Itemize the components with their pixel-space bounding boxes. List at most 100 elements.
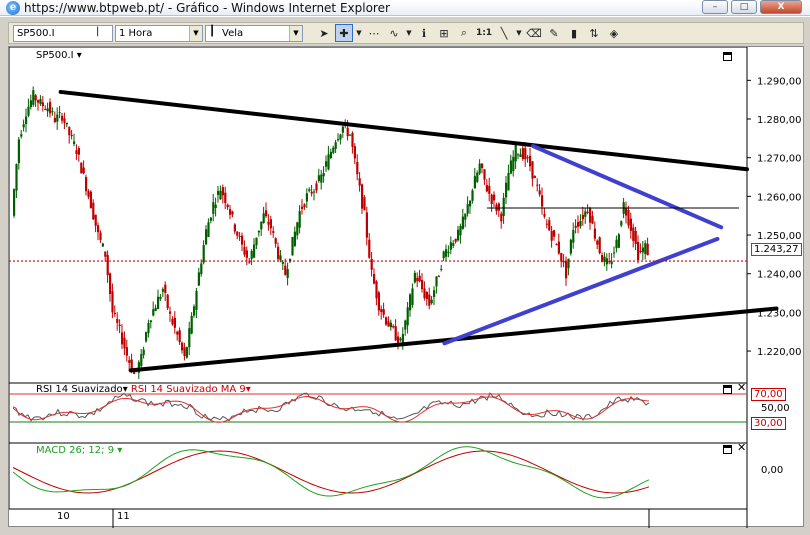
- y-tick-label: 1.240,00: [757, 270, 802, 281]
- candle-body: [121, 332, 124, 345]
- candle-body: [63, 118, 66, 123]
- sort-icon[interactable]: ⇅: [585, 24, 603, 42]
- candle-body: [169, 311, 172, 314]
- candle-body: [118, 324, 121, 327]
- candle-body: [322, 172, 325, 177]
- candle-body: [32, 90, 35, 105]
- candle-body: [567, 258, 570, 269]
- candle-body: [164, 284, 167, 294]
- candle-body: [85, 177, 88, 192]
- candle-body: [68, 127, 71, 136]
- x-axis-label-11: 11: [117, 511, 130, 522]
- bar-chart-icon[interactable]: ▮: [565, 24, 583, 42]
- close-macd-icon[interactable]: ✕: [737, 441, 746, 454]
- candle-body: [598, 237, 601, 253]
- maximize-panel-icon[interactable]: [723, 52, 732, 61]
- add-panel-icon[interactable]: ⊞: [435, 24, 453, 42]
- candle-body: [358, 178, 361, 186]
- timeframe-select[interactable]: 1 Hora ▼: [115, 24, 203, 42]
- rsi-panel-label[interactable]: RSI 14 Suavizado▾ RSI 14 Suavizado MA 9▾: [36, 384, 251, 395]
- candle-body: [212, 202, 215, 214]
- minimize-button[interactable]: –: [702, 0, 728, 14]
- candle-body: [176, 331, 179, 335]
- candle-body: [49, 102, 52, 114]
- line-tool-icon[interactable]: ╲: [495, 24, 513, 42]
- candle-body: [593, 228, 596, 239]
- chevron-down-icon[interactable]: ▼: [355, 24, 363, 42]
- candle-body: [620, 221, 623, 226]
- rsi-level-50: 50,00: [761, 403, 790, 414]
- close-rsi-icon[interactable]: ✕: [737, 381, 746, 394]
- candle-body: [365, 212, 368, 238]
- candle-body: [610, 261, 613, 265]
- candle-body: [25, 116, 28, 125]
- candle-body: [286, 269, 289, 278]
- candle-body: [548, 220, 551, 231]
- candle-body: [368, 239, 371, 258]
- symbol-select[interactable]: SP500.I |: [13, 24, 113, 42]
- candle-body: [161, 289, 164, 292]
- candle-body: [461, 216, 464, 229]
- grid-icon[interactable]: ⋯: [365, 24, 383, 42]
- macd-panel-label[interactable]: MACD 26; 12; 9 ▾: [36, 445, 122, 456]
- draw-icon[interactable]: ✎: [545, 24, 563, 42]
- candle-body: [303, 204, 306, 208]
- candle-body: [380, 309, 383, 313]
- candle-body: [281, 262, 284, 264]
- candle-body: [82, 167, 85, 174]
- candle-body: [267, 221, 270, 225]
- candle-body: [147, 323, 150, 334]
- indicator-icon[interactable]: ∿: [385, 24, 403, 42]
- candle-body: [92, 202, 95, 220]
- candle-body: [277, 246, 280, 260]
- chart-area[interactable]: 1.290,00 1.280,00 1.270,00 1.260,00 1.250,00…: [8, 46, 805, 528]
- candle-body: [116, 318, 119, 323]
- chart-canvas[interactable]: 1.290,00 1.280,00 1.270,00 1.260,00 1.250,00…: [8, 46, 805, 528]
- zoom-reset-button[interactable]: 1:1: [475, 24, 493, 42]
- info-icon[interactable]: ℹ: [415, 24, 433, 42]
- maximize-button[interactable]: □: [731, 0, 757, 14]
- candle-body: [13, 189, 16, 216]
- candle-body: [447, 251, 450, 254]
- candle-body: [77, 148, 80, 155]
- candle-body: [641, 247, 644, 253]
- chart-style-select[interactable]: ┃ Vela ▼: [205, 24, 303, 42]
- rsi-level-70: 70,00: [751, 388, 786, 401]
- candle-body: [75, 150, 78, 154]
- candle-body: [632, 227, 635, 241]
- candle-body: [61, 115, 64, 121]
- candle-body: [356, 161, 359, 175]
- color-icon[interactable]: ◈: [605, 24, 623, 42]
- chevron-down-icon[interactable]: ▼: [515, 24, 523, 42]
- candle-body: [37, 100, 40, 103]
- candle-body: [329, 151, 332, 159]
- candle-body: [634, 230, 637, 244]
- candle-body: [401, 334, 404, 344]
- candle-icon: ┃: [209, 25, 216, 37]
- cursor-icon[interactable]: ➤: [315, 24, 333, 42]
- candle-body: [44, 109, 47, 111]
- window-titlebar: e https://www.btpweb.pt/ - Gráfico - Win…: [0, 0, 810, 16]
- candle-body: [142, 349, 145, 355]
- candle-body: [349, 134, 352, 136]
- maximize-rsi-icon[interactable]: [723, 385, 732, 394]
- candle-body: [111, 291, 114, 313]
- zoom-icon[interactable]: ⌕: [455, 24, 473, 42]
- candle-body: [536, 184, 539, 186]
- macd-level-0: 0,00: [761, 465, 784, 476]
- candle-body: [409, 294, 412, 311]
- y-tick-label: 1.250,00: [757, 231, 802, 242]
- crosshair-icon[interactable]: ✚: [335, 24, 353, 42]
- candle-body: [154, 307, 157, 311]
- candle-body: [423, 288, 426, 299]
- candle-body: [140, 354, 143, 367]
- eraser-icon[interactable]: ⌫: [525, 24, 543, 42]
- candle-body: [332, 147, 335, 153]
- maximize-macd-icon[interactable]: [723, 445, 732, 454]
- chevron-down-icon[interactable]: ▼: [405, 24, 413, 42]
- close-button[interactable]: X: [760, 0, 802, 14]
- candle-body: [411, 288, 414, 306]
- main-panel-label[interactable]: SP500.I ▾: [36, 50, 82, 61]
- candle-body: [231, 211, 234, 215]
- candle-body: [430, 299, 433, 304]
